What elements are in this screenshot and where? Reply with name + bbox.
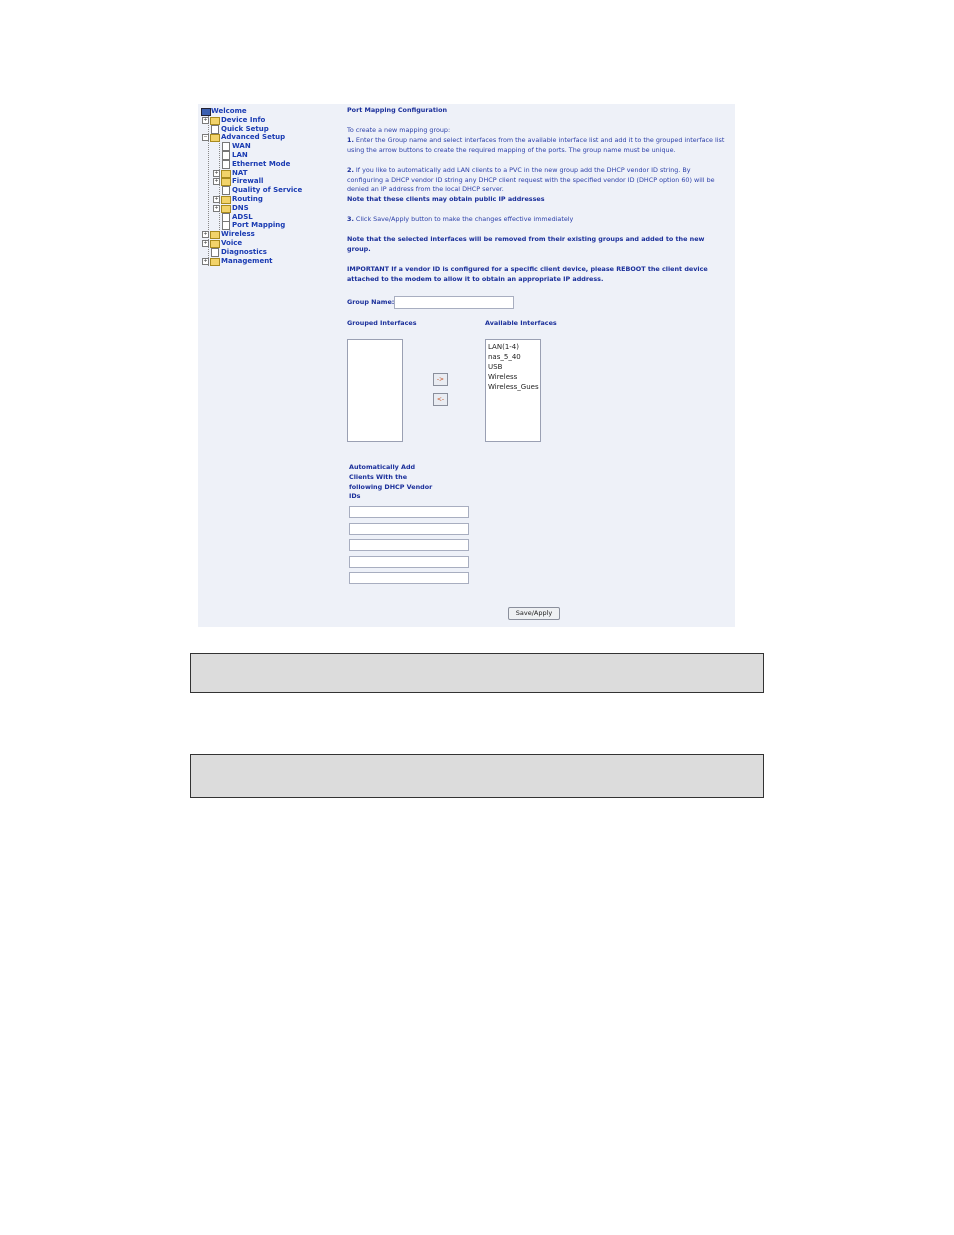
folder-icon: [210, 257, 220, 266]
monitor-icon: [201, 108, 211, 116]
expand-icon[interactable]: +: [202, 231, 209, 239]
move-left-button[interactable]: <-: [433, 393, 448, 406]
nav-label: Wireless: [221, 230, 255, 239]
step-2: 2. If you like to automatically add LAN …: [347, 166, 727, 195]
nav-label: Routing: [232, 194, 263, 203]
step-text: If you like to automatically add LAN cli…: [347, 166, 715, 194]
open-folder-icon: [210, 134, 220, 143]
list-item[interactable]: nas_5_40: [488, 352, 538, 362]
grouped-interfaces-list[interactable]: [347, 339, 403, 442]
nav-label: LAN: [232, 150, 248, 159]
nav-label: Diagnostics: [221, 247, 267, 256]
expand-icon[interactable]: +: [202, 116, 209, 124]
list-item[interactable]: LAN(1-4): [488, 342, 538, 352]
list-item[interactable]: Wireless_Gues: [488, 382, 539, 392]
available-interfaces-label: Available Interfaces: [485, 319, 557, 327]
step-3: 3. Click Save/Apply button to make the c…: [347, 215, 727, 225]
intro-text: To create a new mapping group:: [347, 126, 451, 134]
page-icon: [222, 212, 230, 222]
expand-icon[interactable]: +: [213, 195, 220, 203]
folder-icon: [210, 231, 220, 240]
page-icon: [222, 159, 230, 169]
note-removed: Note that the selected interfaces will b…: [347, 235, 705, 253]
page-icon: [222, 221, 230, 231]
page-icon: [222, 142, 230, 152]
folder-icon: [221, 178, 231, 187]
folder-icon: [221, 169, 231, 178]
important-note: IMPORTANT If a vendor ID is configured f…: [347, 265, 708, 283]
page-icon: [211, 247, 219, 257]
step-text: Enter the Group name and select interfac…: [347, 136, 725, 154]
nav-label: Ethernet Mode: [232, 159, 291, 168]
step-1: 1. Enter the Group name and select inter…: [347, 136, 727, 155]
page-icon: [222, 150, 230, 160]
vendor-id-input-2[interactable]: [349, 523, 469, 535]
folder-icon: [210, 116, 220, 125]
step-number: 3.: [347, 215, 354, 223]
page-icon: [222, 186, 230, 196]
collapse-icon[interactable]: −: [202, 134, 209, 142]
vendor-id-input-5[interactable]: [349, 572, 469, 584]
nav-label: Quality of Service: [232, 186, 303, 195]
folder-icon: [221, 204, 231, 213]
gray-box-2: [190, 754, 764, 798]
list-item[interactable]: Wireless: [488, 372, 538, 382]
group-name-label: Group Name:: [347, 298, 395, 306]
gray-box-1: [190, 653, 764, 693]
grouped-interfaces-label: Grouped Interfaces: [347, 319, 417, 327]
expand-icon[interactable]: +: [202, 239, 209, 247]
folder-icon: [221, 195, 231, 204]
move-right-button[interactable]: ->: [433, 373, 448, 386]
nav-label: Quick Setup: [221, 124, 269, 133]
nav-label: Firewall: [232, 177, 264, 186]
nav-label: Voice: [221, 238, 243, 247]
nav-label: Management: [221, 256, 273, 265]
page-icon: [211, 124, 219, 134]
nav-label: Welcome: [211, 107, 247, 115]
vendor-id-input-3[interactable]: [349, 539, 469, 551]
folder-icon: [210, 239, 220, 248]
list-item[interactable]: USB: [488, 362, 538, 372]
nav-label: ADSL: [232, 212, 253, 221]
nav-label: Device Info: [221, 115, 266, 124]
expand-icon[interactable]: +: [213, 169, 220, 177]
dhcp-vendor-label: Automatically Add Clients With the follo…: [349, 463, 433, 501]
vendor-id-input-1[interactable]: [349, 506, 469, 518]
router-config-screenshot: Welcome + Device Info Quick Setup − Adva…: [198, 104, 735, 627]
expand-icon[interactable]: +: [213, 178, 220, 186]
step-number: 2.: [347, 166, 354, 174]
save-apply-button[interactable]: Save/Apply: [508, 607, 560, 620]
available-interfaces-list[interactable]: LAN(1-4) nas_5_40 USB Wireless Wireless_…: [485, 339, 541, 442]
nav-label: WAN: [232, 142, 251, 151]
page-title: Port Mapping Configuration: [347, 106, 448, 114]
step-text: Click Save/Apply button to make the chan…: [355, 215, 574, 223]
nav-label: DNS: [232, 203, 249, 212]
nav-label: Port Mapping: [232, 221, 286, 230]
expand-icon[interactable]: +: [213, 204, 220, 212]
nav-label: Advanced Setup: [221, 133, 286, 142]
nav-label: NAT: [232, 168, 248, 177]
group-name-input[interactable]: [394, 296, 514, 309]
note-public-ip: Note that these clients may obtain publi…: [347, 195, 545, 203]
step-number: 1.: [347, 136, 354, 144]
expand-icon[interactable]: +: [202, 257, 209, 265]
vendor-id-input-4[interactable]: [349, 556, 469, 568]
